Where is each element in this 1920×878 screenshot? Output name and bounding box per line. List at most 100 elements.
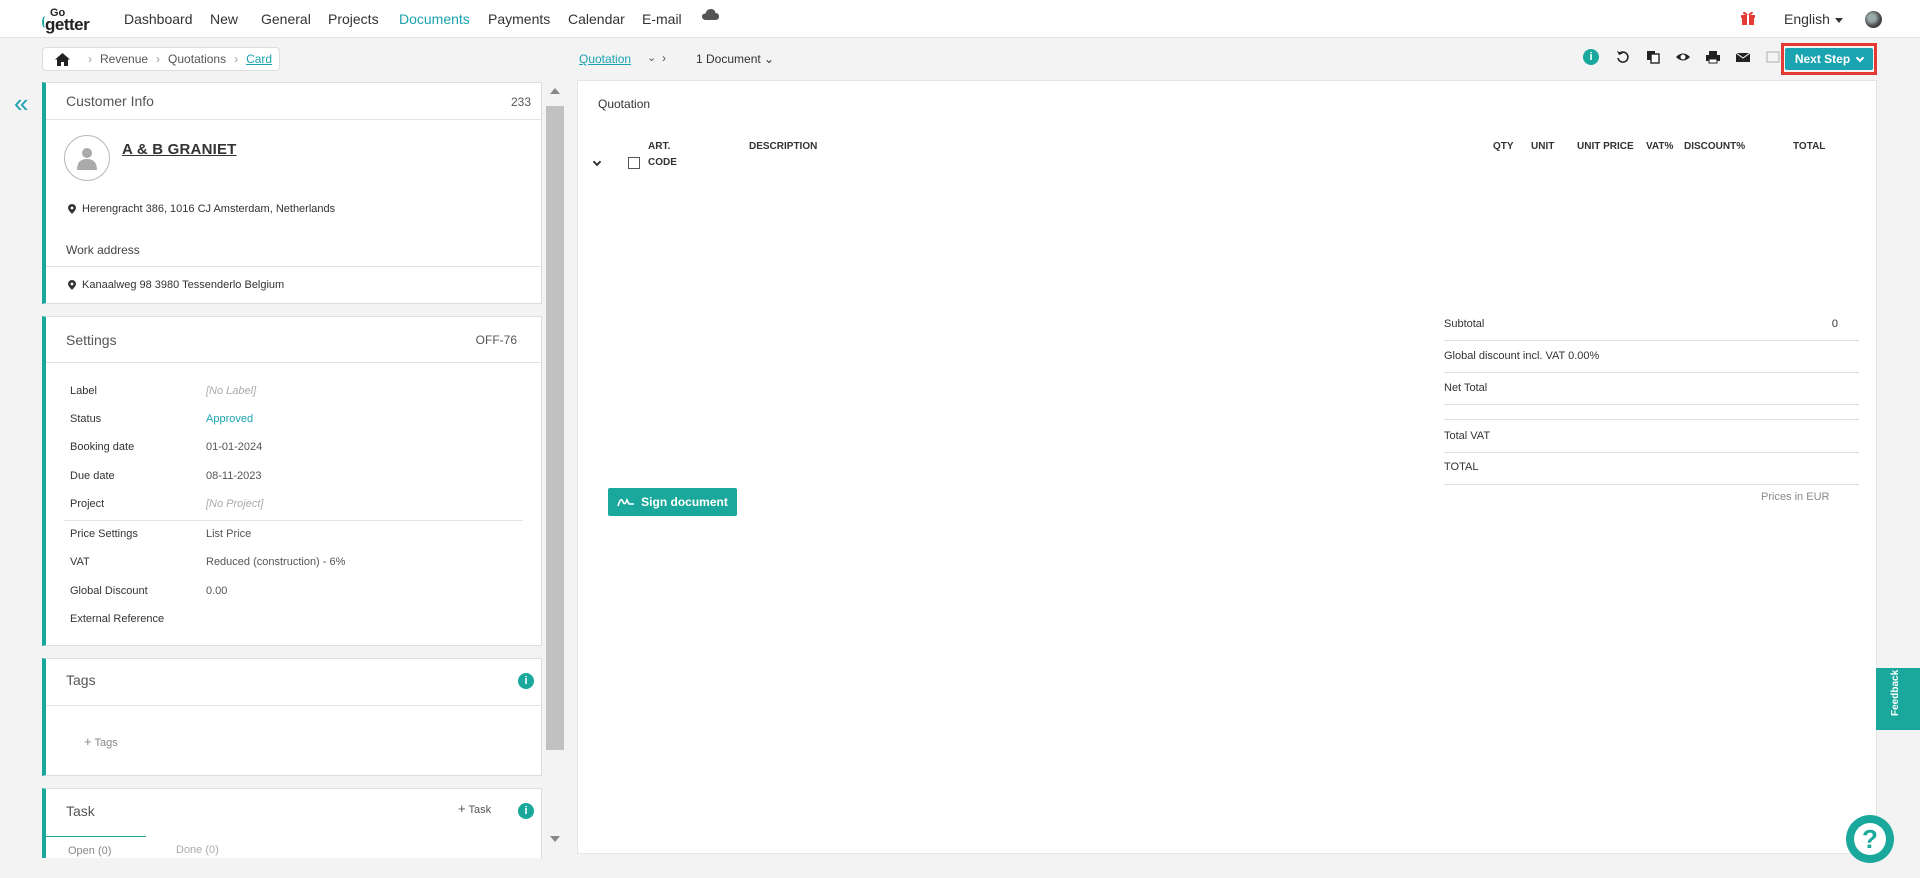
scrollbar-thumb[interactable] xyxy=(546,106,564,750)
scroll-up-icon[interactable] xyxy=(550,88,560,94)
col-total: TOTAL xyxy=(1793,141,1826,152)
task-tab-done[interactable]: Done (0) xyxy=(176,844,219,856)
nav-new[interactable]: New xyxy=(210,11,238,27)
copy-icon[interactable] xyxy=(1646,50,1660,64)
scroll-down-icon[interactable] xyxy=(550,836,560,842)
fullscreen-icon[interactable] xyxy=(1766,50,1780,64)
settings-title: Settings xyxy=(66,332,117,348)
task-tab-open-label: Open (0) xyxy=(68,845,112,857)
divider xyxy=(1444,452,1859,453)
cloud-icon[interactable] xyxy=(702,9,719,20)
help-icon: ? xyxy=(1854,823,1886,855)
breadcrumb-separator: › xyxy=(234,52,239,66)
person-icon xyxy=(77,148,97,170)
gogetter-logo[interactable]: Go getter xyxy=(42,7,102,34)
settings-label-value[interactable]: [No Label] xyxy=(206,385,256,397)
col-discount: DISCOUNT% xyxy=(1684,141,1746,152)
breadcrumb-card[interactable]: Card xyxy=(246,52,272,66)
document-count-selector[interactable]: 1 Document ⌄ xyxy=(696,52,774,66)
col-description: DESCRIPTION xyxy=(749,141,818,152)
customer-address: Herengracht 386, 1016 CJ Amsterdam, Neth… xyxy=(68,203,335,215)
settings-due-date-label: Due date xyxy=(70,470,115,482)
divider xyxy=(1444,340,1859,341)
divider xyxy=(1444,404,1859,405)
signature-icon xyxy=(617,497,635,507)
subtotal-label: Subtotal xyxy=(1444,318,1485,330)
map-pin-icon xyxy=(68,280,76,290)
settings-vat-value[interactable]: Reduced (construction) - 6% xyxy=(206,556,345,568)
chevron-down-icon[interactable]: ⌄ xyxy=(647,51,656,64)
select-all-checkbox[interactable] xyxy=(628,157,640,169)
settings-project-label: Project xyxy=(70,498,105,510)
info-icon[interactable]: i xyxy=(518,803,534,819)
col-unit-price: UNIT PRICE xyxy=(1577,141,1634,152)
breadcrumb-separator: › xyxy=(88,52,92,66)
settings-status-value[interactable]: Approved xyxy=(206,413,253,425)
nav-general[interactable]: General xyxy=(261,11,311,27)
help-button[interactable]: ? xyxy=(1846,815,1894,863)
print-icon[interactable] xyxy=(1706,50,1720,64)
settings-external-reference-label: External Reference xyxy=(70,613,165,625)
info-icon[interactable]: i xyxy=(518,673,534,689)
customer-info-title: Customer Info xyxy=(66,93,154,109)
settings-price-settings-value[interactable]: List Price xyxy=(206,528,251,540)
add-task-label[interactable]: Task xyxy=(468,804,491,816)
divider xyxy=(1444,372,1859,373)
settings-project-value[interactable]: [No Project] xyxy=(206,498,263,510)
document-type-selector[interactable]: Quotation xyxy=(579,52,631,66)
prices-currency-note: Prices in EUR xyxy=(1761,491,1830,503)
feedback-tab[interactable]: Feedback xyxy=(1876,668,1920,730)
language-selector[interactable]: English xyxy=(1784,11,1843,27)
divider xyxy=(46,362,541,363)
settings-due-date-value[interactable]: 08-11-2023 xyxy=(206,470,261,482)
gift-icon[interactable] xyxy=(1740,10,1756,25)
col-art-code-line2: CODE xyxy=(648,157,677,168)
chevron-right-icon[interactable]: › xyxy=(662,51,666,65)
settings-booking-date-value[interactable]: 01-01-2024 xyxy=(206,441,262,453)
chevron-down-icon xyxy=(1834,17,1843,23)
breadcrumb-quotations[interactable]: Quotations xyxy=(168,52,226,66)
task-tab-done-label: Done (0) xyxy=(176,844,219,856)
subtotal-value: 0 xyxy=(1831,318,1838,330)
info-icon[interactable]: i xyxy=(1583,49,1599,65)
eye-icon[interactable] xyxy=(1676,50,1690,64)
settings-global-discount-value[interactable]: 0.00 xyxy=(206,585,227,597)
work-address-text: Kanaalweg 98 3980 Tessenderlo Belgium xyxy=(82,279,285,291)
logo-getter: getter xyxy=(45,15,90,34)
settings-booking-date-label: Booking date xyxy=(70,441,135,453)
customer-number: 233 xyxy=(510,95,531,109)
breadcrumb-revenue[interactable]: Revenue xyxy=(100,52,148,66)
tags-card: Tags i + Tags xyxy=(42,658,542,776)
nav-projects[interactable]: Projects xyxy=(328,11,379,27)
customer-name-link[interactable]: A & B GRANIET xyxy=(122,141,237,158)
feedback-label: Feedback xyxy=(1890,669,1901,716)
divider xyxy=(1444,484,1859,485)
total-label: TOTAL xyxy=(1444,461,1479,473)
expand-row-icon[interactable] xyxy=(592,157,602,167)
task-title: Task xyxy=(66,803,95,819)
document-count-label: 1 Document xyxy=(696,52,761,66)
collapse-sidebar-icon[interactable]: « xyxy=(14,90,28,116)
nav-payments[interactable]: Payments xyxy=(488,11,550,27)
task-tab-open[interactable]: Open (0) xyxy=(46,836,146,857)
undo-icon[interactable] xyxy=(1616,50,1630,64)
nav-dashboard[interactable]: Dashboard xyxy=(124,11,193,27)
sign-document-button[interactable]: Sign document xyxy=(608,488,737,516)
divider xyxy=(46,119,541,120)
add-tag-label: Tags xyxy=(94,737,118,749)
language-label: English xyxy=(1784,11,1830,27)
sign-document-label: Sign document xyxy=(641,495,728,509)
home-icon[interactable] xyxy=(55,52,70,66)
add-task-button[interactable]: + Task xyxy=(458,801,491,816)
nav-email[interactable]: E-mail xyxy=(642,11,682,27)
nav-calendar[interactable]: Calendar xyxy=(568,11,625,27)
global-discount-label: Global discount incl. VAT 0.00% xyxy=(1444,350,1600,362)
top-navigation: Go getter Dashboard New General Projects… xyxy=(0,0,1920,38)
user-avatar[interactable] xyxy=(1865,11,1882,28)
col-art-code-line1: ART. xyxy=(648,141,671,152)
col-art-code: ART. CODE xyxy=(648,139,677,171)
nav-documents[interactable]: Documents xyxy=(399,11,470,27)
mail-icon[interactable] xyxy=(1736,50,1750,64)
add-tag-button[interactable]: + Tags xyxy=(84,734,118,749)
total-vat-label: Total VAT xyxy=(1444,430,1491,442)
